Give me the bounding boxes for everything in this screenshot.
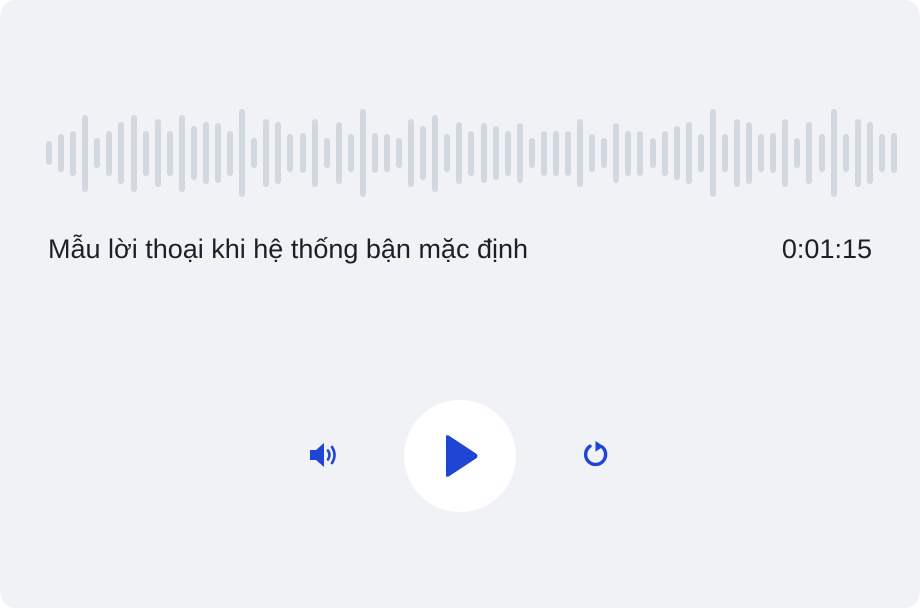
- waveform-bar: [323, 138, 330, 168]
- waveform-bar: [46, 141, 52, 165]
- waveform-bar: [625, 130, 632, 176]
- waveform-bar: [661, 130, 668, 176]
- waveform-bar: [82, 114, 89, 192]
- waveform-bar: [251, 138, 258, 168]
- waveform-bar: [782, 119, 789, 187]
- waveform-bar: [384, 134, 390, 172]
- waveform-bar: [601, 138, 608, 168]
- waveform-bar: [504, 130, 511, 176]
- waveform[interactable]: [46, 100, 897, 206]
- waveform-bar: [468, 130, 475, 176]
- waveform-bar: [697, 134, 704, 172]
- waveform-bar: [142, 130, 149, 176]
- waveform-bar: [94, 138, 101, 168]
- play-icon: [446, 435, 478, 477]
- waveform-bar: [347, 134, 354, 172]
- waveform-bar: [480, 123, 487, 183]
- waveform-bar: [263, 119, 270, 187]
- waveform-bar: [130, 114, 137, 192]
- waveform-bar: [734, 119, 740, 187]
- waveform-bar: [854, 119, 861, 187]
- waveform-bar: [685, 122, 692, 184]
- waveform-bar: [866, 122, 873, 184]
- volume-icon: [310, 443, 336, 467]
- waveform-bar: [396, 138, 402, 168]
- waveform-bar: [673, 126, 680, 180]
- track-title: Mẫu lời thoại khi hệ thống bận mặc định: [48, 234, 529, 264]
- waveform-bar: [215, 123, 221, 183]
- audio-player-card: Mẫu lời thoại khi hệ thống bận mặc định …: [0, 0, 920, 608]
- waveform-bar: [202, 122, 209, 184]
- waveform-bar: [516, 123, 523, 183]
- waveform-bar: [890, 133, 897, 173]
- waveform-bar: [613, 123, 620, 183]
- waveform-bar: [118, 122, 125, 184]
- waveform-bar: [239, 109, 246, 197]
- waveform-bar: [794, 138, 801, 168]
- waveform-bar: [577, 119, 584, 187]
- volume-button[interactable]: [303, 434, 345, 476]
- waveform-bar: [299, 133, 306, 173]
- waveform-bar: [649, 138, 656, 168]
- waveform-bar: [758, 134, 765, 172]
- waveform-bar: [492, 126, 499, 180]
- waveform-bar: [371, 133, 378, 173]
- waveform-bar: [746, 122, 753, 184]
- waveform-bar: [770, 133, 777, 173]
- waveform-bar: [589, 134, 596, 172]
- waveform-bar: [432, 114, 439, 192]
- waveform-bar: [190, 126, 197, 180]
- waveform-bar: [806, 122, 813, 184]
- waveform-bar: [721, 134, 728, 172]
- waveform-bar: [106, 130, 113, 176]
- waveform-bar: [359, 109, 366, 197]
- waveform-bar: [842, 134, 849, 172]
- waveform-bar: [408, 119, 415, 187]
- waveform-bar: [818, 134, 825, 172]
- waveform-bar: [58, 134, 65, 172]
- play-button[interactable]: [404, 400, 516, 512]
- waveform-bar: [565, 130, 571, 176]
- waveform-bar: [540, 130, 547, 176]
- waveform-bar: [178, 114, 185, 192]
- waveform-bar: [166, 130, 173, 176]
- waveform-bar: [878, 134, 885, 172]
- waveform-bar: [637, 130, 644, 176]
- waveform-bar: [444, 134, 451, 172]
- waveform-bar: [227, 130, 234, 176]
- track-duration: 0:01:15: [781, 234, 872, 264]
- waveform-bar: [830, 109, 837, 197]
- waveform-bar: [552, 130, 559, 176]
- waveform-bar: [709, 109, 716, 197]
- waveform-bar: [287, 134, 294, 172]
- waveform-bar: [528, 138, 535, 168]
- replay-icon: [583, 441, 608, 467]
- waveform-bar: [154, 119, 161, 187]
- waveform-bar: [420, 126, 427, 180]
- replay-button[interactable]: [575, 434, 617, 476]
- waveform-bar: [70, 130, 77, 176]
- waveform-bar: [311, 119, 318, 187]
- waveform-bar: [456, 122, 463, 184]
- waveform-bar: [275, 122, 282, 184]
- waveform-bar: [335, 122, 342, 184]
